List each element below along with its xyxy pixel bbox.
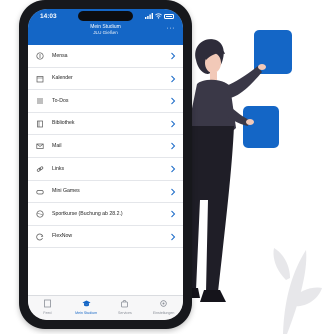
menu-item-label: Mail (52, 142, 62, 149)
chevron-right-icon (171, 233, 176, 241)
mail-icon (36, 144, 44, 150)
link-icon (36, 166, 44, 172)
wifi-icon (155, 13, 162, 19)
tab-einstellungen[interactable]: Einstellungen (144, 296, 183, 320)
chevron-right-icon (171, 188, 176, 195)
menu-item-todos[interactable]: To-Dos (28, 90, 183, 113)
checklist-icon (37, 98, 43, 104)
calendar-icon (36, 75, 44, 82)
tab-bar: Feed Mein Studium Services Einstellungen (28, 295, 183, 320)
menu-item-links[interactable]: Links (28, 158, 183, 181)
tab-label: Einstellungen (152, 311, 175, 315)
menu-item-mensa[interactable]: Mensa (28, 45, 183, 68)
app-header: 14:03 Mein Studium JLU Gießen ··· (28, 9, 183, 45)
dynamic-island (78, 11, 133, 21)
leaf-decoration (273, 248, 322, 334)
menu-item-bibliothek[interactable]: Bibliothek (28, 113, 183, 136)
menu-item-label: To-Dos (52, 97, 69, 104)
gamepad-icon (36, 189, 44, 194)
menu-item-label: Kalender (52, 75, 73, 82)
blue-square-bottom (243, 106, 279, 148)
chevron-right-icon (171, 120, 176, 128)
graduation-cap-icon (82, 300, 91, 307)
refresh-icon (36, 233, 44, 241)
status-time: 14:03 (40, 13, 57, 20)
ellipsis-icon[interactable]: ··· (167, 25, 176, 32)
menu-item-flexnow[interactable]: FlexNow (28, 226, 183, 249)
status-icons (145, 12, 174, 20)
signal-icon (145, 13, 153, 19)
gear-icon (160, 300, 167, 307)
chevron-right-icon (171, 97, 176, 105)
chevron-right-icon (171, 165, 176, 173)
feed-icon (43, 299, 51, 308)
chevron-right-icon (171, 210, 176, 218)
ball-icon (36, 210, 44, 218)
battery-icon (164, 13, 174, 19)
phone-frame: 14:03 Mein Studium JLU Gießen ··· Mensa … (19, 0, 192, 329)
tab-feed[interactable]: Feed (28, 296, 67, 320)
menu-item-label: FlexNow (52, 233, 73, 240)
menu-item-label: Bibliothek (52, 120, 75, 127)
chevron-right-icon (171, 143, 176, 150)
tab-services[interactable]: Services (106, 296, 145, 320)
tab-label: Mein Studium (75, 311, 98, 315)
tab-label: Services (117, 311, 132, 315)
tab-label: Feed (43, 311, 52, 315)
header-subtitle: JLU Gießen (93, 30, 118, 35)
page-title: Mein Studium JLU Gießen (28, 24, 183, 36)
phone-screen: 14:03 Mein Studium JLU Gießen ··· Mensa … (28, 9, 183, 320)
menu-item-label: Sportkurse (Buchung ab 28.2.) (52, 210, 123, 217)
menu-item-label: Mini Games (52, 188, 80, 195)
menu-item-mini-games[interactable]: Mini Games (28, 181, 183, 204)
chevron-right-icon (171, 75, 176, 82)
book-icon (37, 120, 43, 128)
menu-item-label: Mensa (52, 52, 68, 59)
menu-list: Mensa Kalender To-Dos Bibliothek Mail Li… (28, 45, 183, 249)
tab-mein-studium[interactable]: Mein Studium (67, 296, 106, 320)
menu-item-label: Links (52, 165, 65, 172)
cutlery-icon (36, 52, 44, 60)
chevron-right-icon (171, 52, 176, 60)
menu-item-kalender[interactable]: Kalender (28, 68, 183, 91)
bag-icon (121, 300, 129, 308)
menu-item-sportkurse[interactable]: Sportkurse (Buchung ab 28.2.) (28, 203, 183, 226)
menu-item-mail[interactable]: Mail (28, 135, 183, 158)
